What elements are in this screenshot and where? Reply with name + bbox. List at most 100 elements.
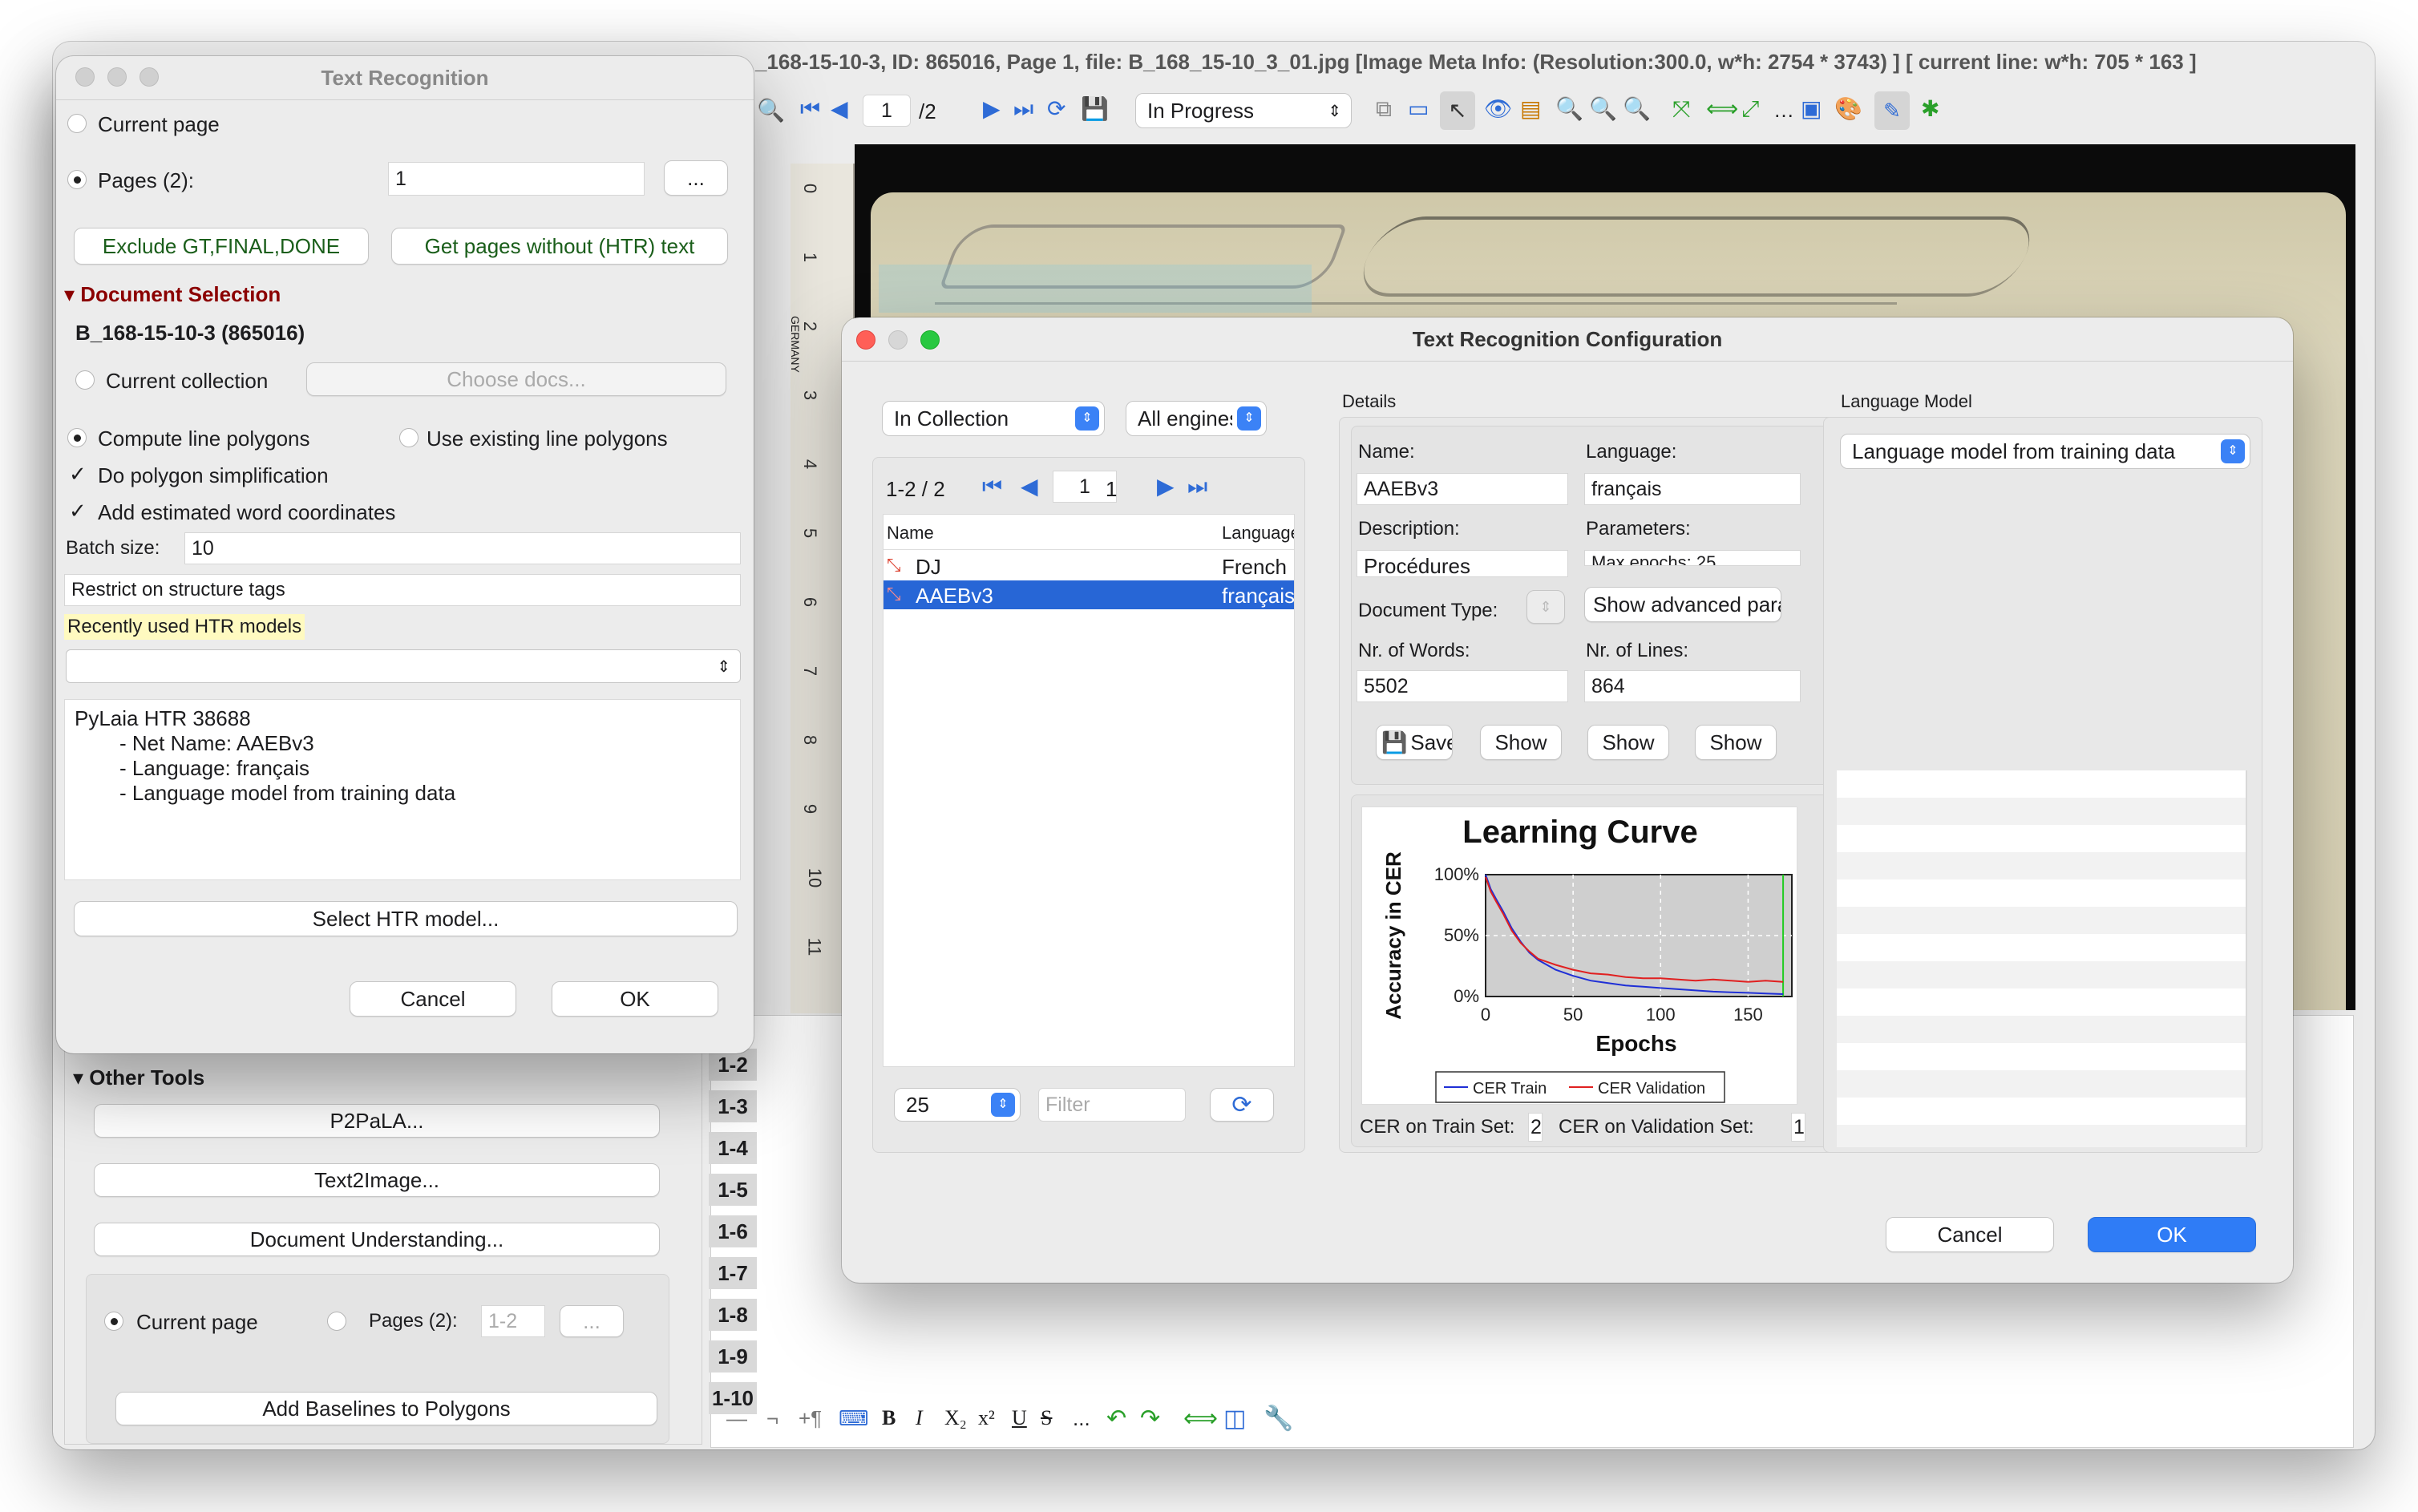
parameters-field[interactable]: Max epochs: 25 — [1584, 550, 1801, 566]
more-format-button[interactable]: ... — [1073, 1406, 1090, 1431]
copy-icon[interactable]: ⧉ — [1376, 98, 1392, 120]
paragraph-tool-icon[interactable]: +¶ — [799, 1406, 822, 1431]
view-options-icon[interactable]: ▤ — [1520, 98, 1541, 120]
pages-radio[interactable] — [327, 1312, 346, 1331]
column-header-language[interactable]: Language — [1222, 523, 1294, 544]
words-field[interactable]: 5502 — [1357, 670, 1568, 702]
page-list-item[interactable]: 1-9 — [709, 1340, 757, 1373]
name-field[interactable]: AAEBv3 — [1357, 473, 1568, 505]
last-page-icon[interactable]: ⏭ — [1013, 98, 1033, 120]
page-list-item[interactable]: 1-4 — [709, 1132, 757, 1164]
show-advanced-parameters-button[interactable]: Show advanced parameters — [1584, 587, 1781, 622]
current-page-radio[interactable] — [67, 114, 87, 133]
select-htr-model-button[interactable]: Select HTR model... — [74, 901, 738, 936]
underline-button[interactable]: U — [1012, 1406, 1027, 1430]
fit-height-icon[interactable]: ⤢ — [1741, 98, 1759, 120]
table-row[interactable]: ⤡ DJ French — [884, 552, 1294, 579]
engine-filter-select[interactable]: All engines ⇕ — [1126, 401, 1267, 436]
bold-button[interactable]: B — [882, 1406, 896, 1430]
first-page-icon[interactable]: ⏮ — [982, 475, 1002, 498]
refresh-button[interactable]: ⟳ — [1210, 1088, 1274, 1122]
filter-input[interactable]: Filter — [1038, 1088, 1186, 1122]
page-list-item[interactable]: 1-3 — [709, 1090, 757, 1122]
more-icon[interactable]: … — [1773, 98, 1794, 123]
batch-size-input[interactable]: 10 — [184, 532, 741, 564]
language-model-select[interactable]: Language model from training data ⇕ — [1840, 434, 2250, 469]
page-list-item[interactable]: 1-5 — [709, 1174, 757, 1206]
last-page-icon[interactable]: ⏭ — [1187, 475, 1207, 498]
save-icon[interactable]: 💾 — [1081, 98, 1109, 120]
column-header-name[interactable]: Name — [887, 523, 934, 544]
language-field[interactable]: français — [1584, 473, 1801, 505]
page-number-input[interactable]: 1 — [863, 95, 911, 127]
restrict-tags-field[interactable]: Restrict on structure tags — [64, 574, 741, 606]
cer-train-field[interactable]: 2 — [1528, 1113, 1543, 1142]
fit-width-icon[interactable]: ⟺ — [1706, 98, 1738, 120]
zoom-fit-icon[interactable]: 🔍 — [1589, 98, 1617, 120]
keyboard-icon[interactable]: ⌨ — [839, 1406, 869, 1431]
cancel-button[interactable]: Cancel — [1886, 1217, 2054, 1252]
prev-page-icon[interactable]: ◀ — [1021, 475, 1038, 498]
pages-radio[interactable] — [67, 170, 87, 189]
prev-page-icon[interactable]: ◀ — [831, 98, 848, 120]
zoom-in-icon[interactable]: 🔍 — [1555, 98, 1583, 120]
reload-icon[interactable]: ⟳ — [1047, 98, 1065, 120]
fit-page-icon[interactable]: ⤧ — [1672, 98, 1690, 120]
undo-icon[interactable]: ↶ — [1106, 1405, 1126, 1433]
recent-models-select[interactable]: ⇕ — [66, 649, 741, 683]
description-field[interactable]: Procédures — [1357, 550, 1568, 577]
page-list-item[interactable]: 1-6 — [709, 1215, 757, 1247]
eye-icon[interactable]: 👁 — [1484, 98, 1513, 120]
next-page-icon[interactable]: ▶ — [983, 98, 1001, 120]
pages-input[interactable]: 1-2 — [481, 1305, 545, 1337]
compute-polygons-radio[interactable] — [67, 428, 87, 447]
split-view-icon[interactable]: ◫ — [1223, 1405, 1246, 1433]
page-list-item[interactable]: 1-2 — [709, 1049, 757, 1081]
current-collection-radio[interactable] — [75, 370, 95, 390]
next-page-icon[interactable]: ▶ — [1157, 475, 1175, 498]
status-select[interactable]: In Progress ⇕ — [1135, 93, 1352, 128]
current-page-radio[interactable] — [104, 1312, 123, 1331]
table-row-selected[interactable]: ⤡ AAEBv3 français — [884, 580, 1294, 609]
cancel-button[interactable]: Cancel — [350, 981, 516, 1017]
text2image-button[interactable]: Text2Image... — [94, 1163, 660, 1197]
layers-icon[interactable]: ▣ — [1801, 98, 1822, 120]
pages-more-button[interactable]: ... — [560, 1305, 624, 1337]
lines-field[interactable]: 864 — [1584, 670, 1801, 702]
page-list-item[interactable]: 1-7 — [709, 1257, 757, 1289]
p2pala-button[interactable]: P2PaLA... — [94, 1104, 660, 1138]
bug-icon[interactable]: ✱ — [1921, 98, 1939, 120]
show-button-2[interactable]: Show — [1587, 725, 1669, 760]
subscript-button[interactable]: X₂ — [944, 1406, 967, 1430]
edit-mode-icon[interactable]: ✎ — [1874, 91, 1910, 130]
italic-button[interactable]: I — [916, 1406, 923, 1430]
collection-filter-select[interactable]: In Collection ⇕ — [882, 401, 1105, 436]
cursor-tool-icon[interactable]: ↖ — [1440, 91, 1475, 130]
ok-button[interactable]: OK — [552, 981, 718, 1017]
strikethrough-button[interactable]: S — [1041, 1406, 1052, 1430]
add-baselines-button[interactable]: Add Baselines to Polygons — [115, 1392, 657, 1425]
break-tool-icon[interactable]: ¬ — [766, 1406, 778, 1431]
get-pages-without-text-button[interactable]: Get pages without (HTR) text — [391, 228, 728, 265]
save-button[interactable]: 💾 Save — [1376, 725, 1453, 760]
tools-icon[interactable]: 🔧 — [1264, 1405, 1293, 1433]
superscript-button[interactable]: x² — [978, 1406, 995, 1430]
document-understanding-button[interactable]: Document Understanding... — [94, 1223, 660, 1256]
first-page-icon[interactable]: ⏮ — [800, 98, 820, 120]
document-icon[interactable]: ▭ — [1408, 98, 1429, 120]
simplification-checkbox[interactable]: ✓ — [69, 462, 87, 487]
redo-icon[interactable]: ↷ — [1140, 1405, 1160, 1433]
zoom-out-icon[interactable]: 🔍 — [1623, 98, 1651, 120]
pages-input[interactable]: 1 — [388, 162, 645, 196]
search-icon[interactable]: 🔍 — [757, 99, 785, 122]
page-size-select[interactable]: 25 ⇕ — [894, 1088, 1021, 1122]
line-tool-icon[interactable]: — — [726, 1406, 747, 1431]
word-coords-checkbox[interactable]: ✓ — [69, 499, 87, 524]
cer-validation-field[interactable]: 1 — [1791, 1113, 1805, 1142]
pages-more-button[interactable]: ... — [664, 160, 728, 196]
other-tools-header[interactable]: ▾ Other Tools — [73, 1065, 204, 1090]
ok-button[interactable]: OK — [2088, 1217, 2256, 1252]
document-selection-header[interactable]: ▾ Document Selection — [64, 282, 281, 307]
choose-docs-button[interactable]: Choose docs... — [306, 362, 726, 396]
show-button-3[interactable]: Show — [1695, 725, 1777, 760]
